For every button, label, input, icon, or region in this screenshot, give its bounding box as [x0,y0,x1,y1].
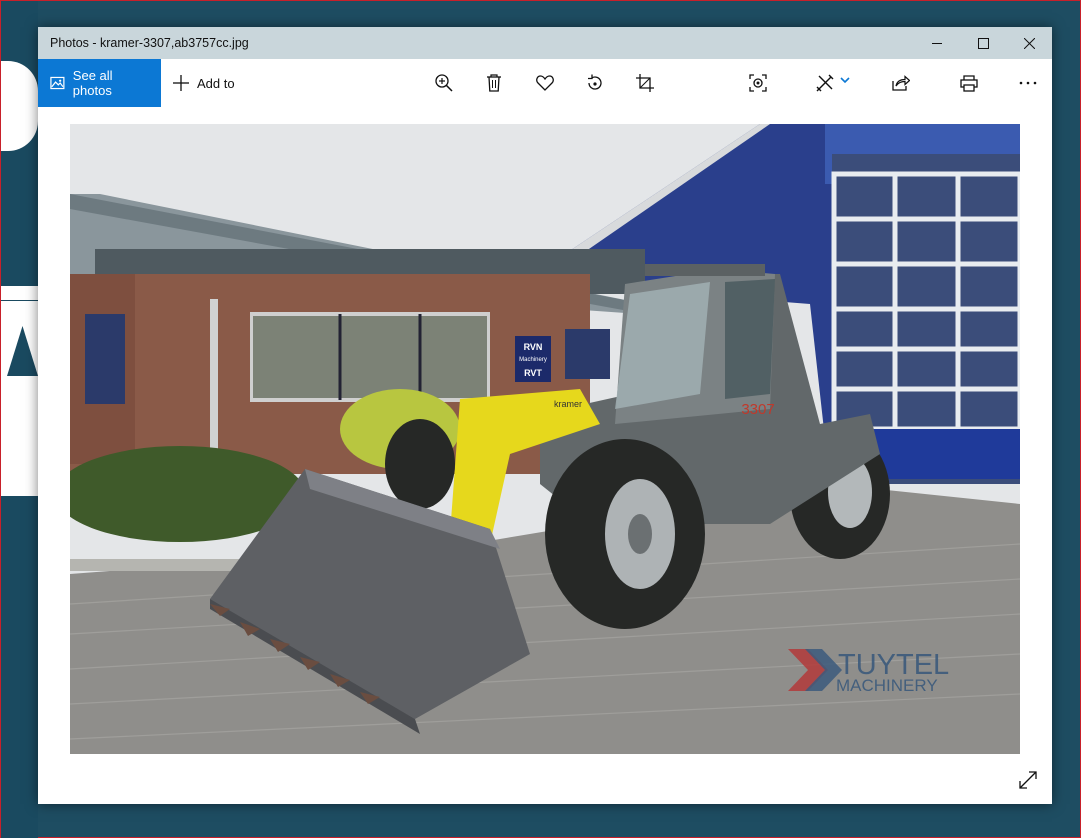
close-icon [1023,37,1035,49]
rotate-icon [588,74,602,90]
machine-badge: 3307 [741,401,774,418]
zoom-button[interactable] [424,59,464,107]
delete-icon [487,74,501,92]
machine-brand: kramer [554,399,582,409]
rotate-button[interactable] [575,59,615,107]
share-icon [892,75,910,91]
photo-image[interactable]: RVN Machinery RVT 3307 kramer TUYTEL MAC… [70,124,1020,754]
sign-text-3: RVT [524,368,542,378]
maximize-button[interactable] [960,27,1006,59]
image-viewer[interactable]: RVN Machinery RVT 3307 kramer TUYTEL MAC… [38,107,1052,804]
sign-text-1: RVN [524,342,543,352]
see-all-photos-button[interactable]: See all photos [38,59,161,107]
add-to-button[interactable]: Add to [161,75,235,91]
full-screen-button[interactable] [1016,768,1040,792]
crop-button[interactable] [625,59,665,107]
edit-and-create-button[interactable] [808,59,858,107]
see-all-photos-label: See all photos [72,68,113,98]
favorite-icon [536,75,554,91]
add-to-label: Add to [197,75,235,91]
watermark-logo: TUYTEL MACHINERY [788,649,949,695]
enhance-button[interactable] [738,59,778,107]
more-icon [1019,81,1037,85]
print-icon [960,74,978,92]
photo-scene: RVN Machinery RVT 3307 kramer TUYTEL MAC… [70,124,1020,754]
desktop-wallpaper [1,1,38,838]
minimize-button[interactable] [914,27,960,59]
enhance-icon [749,74,767,92]
share-button[interactable] [881,59,921,107]
photos-window: Photos - kramer-3307,ab3757cc.jpg See al… [38,27,1052,804]
edit-draw-icon [816,74,834,92]
more-options-button[interactable] [1008,59,1048,107]
chevron-down-icon [840,77,850,84]
window-title: Photos - kramer-3307,ab3757cc.jpg [50,36,249,50]
favorite-button[interactable] [525,59,565,107]
sign-text-2: Machinery [519,357,547,363]
photo-gallery-icon [50,76,65,90]
minimize-icon [931,42,942,44]
delete-button[interactable] [474,59,514,107]
expand-icon [1019,771,1037,789]
crop-icon [636,74,654,92]
watermark-line-2: MACHINERY [836,676,938,695]
plus-icon [173,75,189,91]
toolbar: See all photos Add to [38,59,1052,107]
title-bar[interactable]: Photos - kramer-3307,ab3757cc.jpg [38,27,1052,59]
print-button[interactable] [949,59,989,107]
close-button[interactable] [1006,27,1052,59]
maximize-icon [977,37,989,49]
zoom-in-icon [435,74,453,92]
